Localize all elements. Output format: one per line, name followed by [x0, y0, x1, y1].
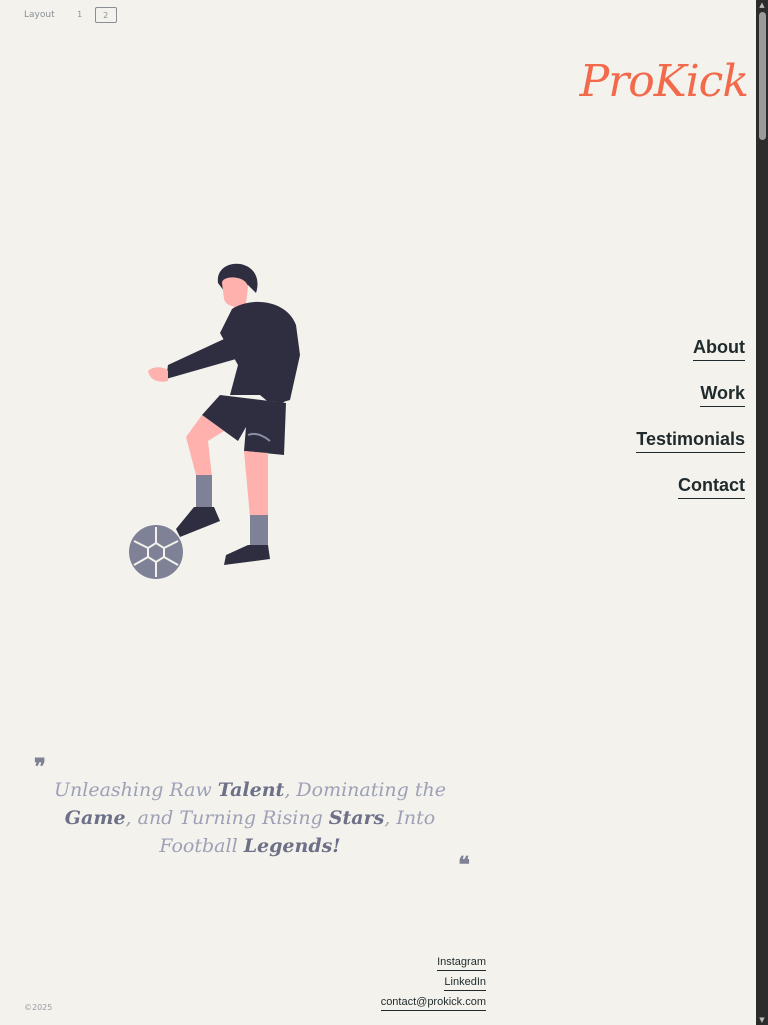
quote-highlight: Legends! — [243, 835, 341, 857]
nav-contact[interactable]: Contact — [678, 474, 745, 499]
quote-part: , and Turning Rising — [125, 807, 329, 829]
social-links: Instagram LinkedIn contact@prokick.com — [380, 955, 486, 1015]
layout-option-2[interactable]: 2 — [94, 7, 117, 23]
quote-highlight: Game — [64, 807, 126, 829]
scroll-thumb[interactable] — [759, 12, 766, 140]
football-player-illustration — [129, 263, 300, 579]
nav-about[interactable]: About — [693, 336, 745, 361]
quote-highlight: Stars — [328, 807, 385, 829]
linkedin-link[interactable]: LinkedIn — [444, 975, 486, 991]
nav-testimonials[interactable]: Testimonials — [636, 428, 745, 453]
layout-label: Layout — [24, 10, 55, 20]
copyright: ©2025 — [24, 1003, 53, 1012]
scroll-up-icon[interactable]: ▲ — [758, 1, 766, 9]
layout-switch: Layout 1 2 — [24, 7, 117, 23]
instagram-link[interactable]: Instagram — [437, 955, 486, 971]
quote-highlight: Talent — [217, 779, 285, 801]
brand-logo[interactable]: ProKick — [580, 56, 749, 107]
main-nav: About Work Testimonials Contact — [636, 336, 745, 520]
quote-close-icon: ❝ — [458, 852, 470, 878]
quote-part: , Dominating the — [284, 779, 446, 801]
nav-work[interactable]: Work — [700, 382, 745, 407]
email-link[interactable]: contact@prokick.com — [380, 995, 486, 1011]
hero-quote: ❞ Unleashing Raw Talent, Dominating the … — [30, 754, 470, 878]
quote-text: Unleashing Raw Talent, Dominating the Ga… — [30, 776, 470, 860]
quote-part: Unleashing Raw — [54, 779, 218, 801]
scrollbar[interactable]: ▲ ▼ — [756, 0, 768, 1025]
layout-option-1[interactable]: 1 — [69, 7, 91, 23]
scroll-down-icon[interactable]: ▼ — [758, 1016, 766, 1024]
